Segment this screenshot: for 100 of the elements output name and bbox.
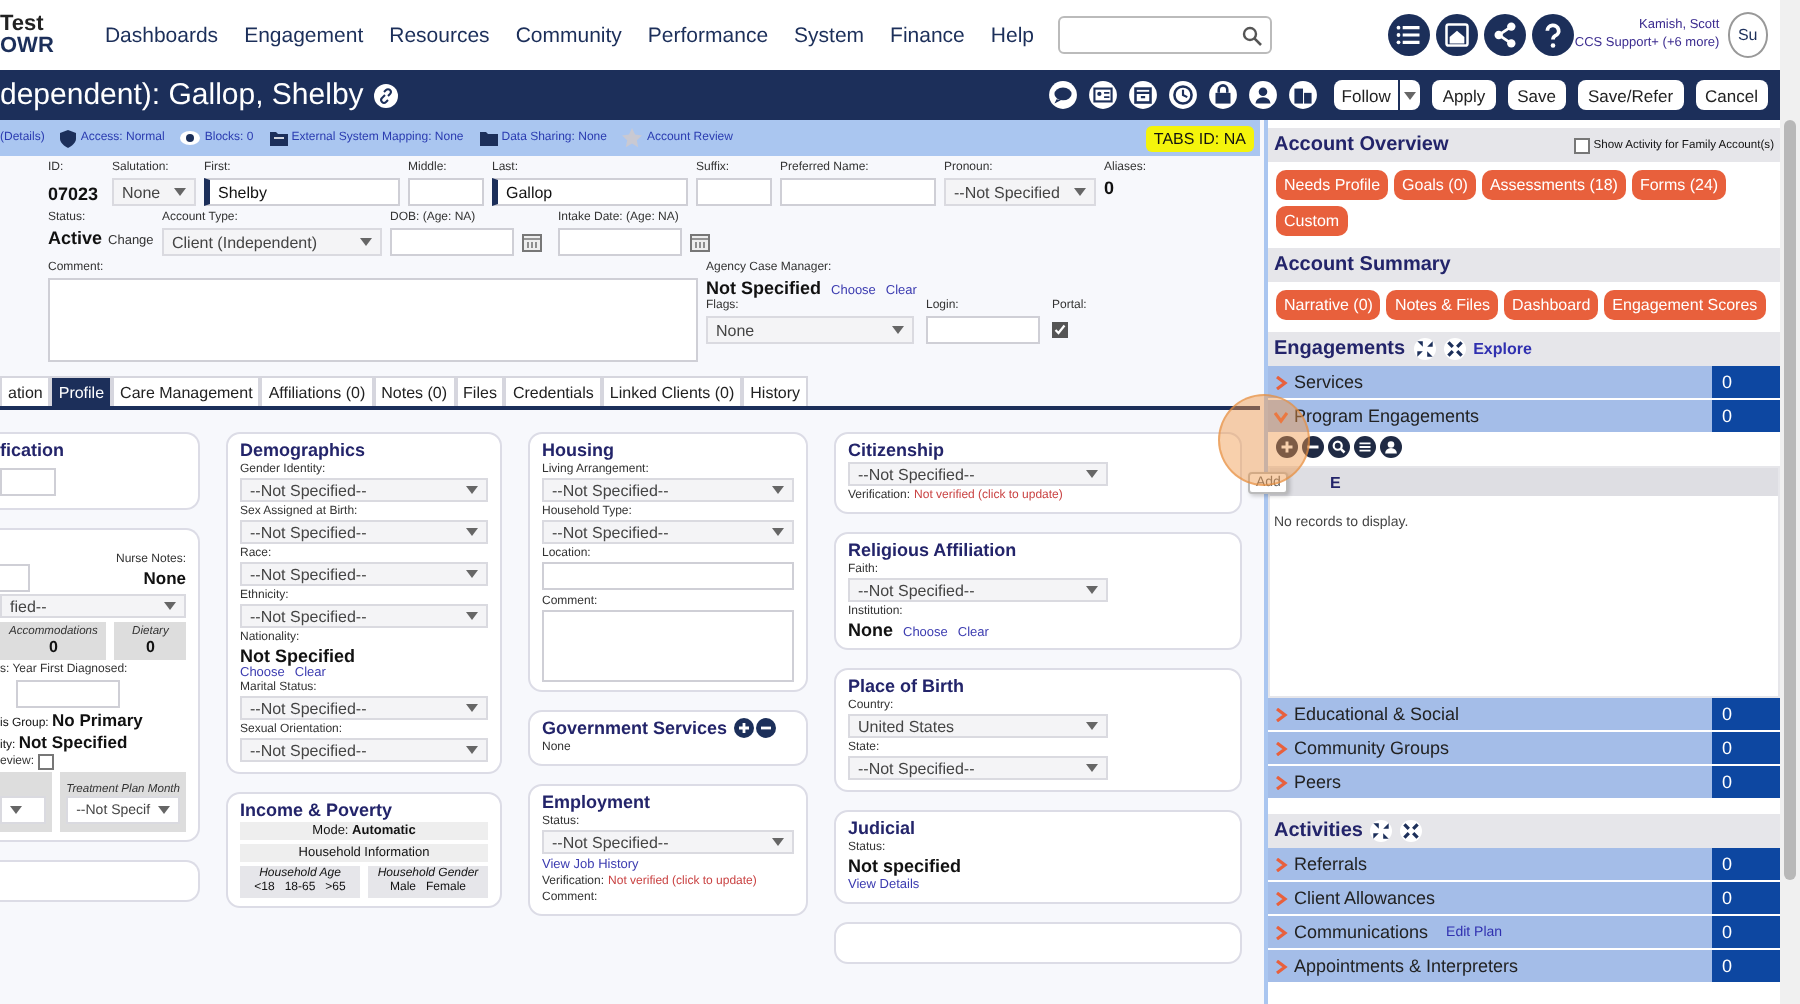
explore-link[interactable]: Explore xyxy=(1473,340,1532,358)
home-icon[interactable] xyxy=(1436,14,1479,56)
archive-icon[interactable] xyxy=(1127,80,1158,110)
input-field[interactable] xyxy=(408,178,484,206)
input-field[interactable] xyxy=(780,178,936,206)
share-icon[interactable] xyxy=(1484,14,1527,56)
help-icon[interactable] xyxy=(1532,14,1575,56)
menu-item[interactable]: Help xyxy=(990,23,1035,47)
tab[interactable]: Care Management xyxy=(112,376,261,406)
input-field[interactable] xyxy=(0,468,56,496)
tab[interactable]: Notes (0) xyxy=(373,376,456,406)
input-field[interactable]: Gallop xyxy=(492,178,688,206)
star-icon xyxy=(622,128,643,148)
caret-icon xyxy=(158,806,170,814)
dropdown[interactable]: Client (Independent) xyxy=(162,228,382,256)
expand-icon[interactable] xyxy=(1370,820,1393,842)
dropdown[interactable]: --Not Specified-- xyxy=(240,738,488,762)
category-row[interactable]: Appointments & Interpreters 0 xyxy=(1268,950,1780,982)
date-field[interactable] xyxy=(390,228,514,256)
tab[interactable]: Affiliations (0) xyxy=(260,376,374,406)
category-row[interactable]: Services 0 xyxy=(1268,366,1780,398)
tab[interactable]: Files xyxy=(455,376,505,406)
collapse-icon[interactable] xyxy=(1443,338,1466,360)
dropdown[interactable]: --Not Specified-- xyxy=(240,604,488,628)
category-row[interactable]: Peers 0 xyxy=(1268,766,1780,798)
person-icon[interactable] xyxy=(1380,436,1402,458)
dropdown[interactable]: --Not Specified-- xyxy=(848,756,1108,780)
menu-item[interactable]: Community xyxy=(515,23,622,47)
collapse-icon[interactable] xyxy=(1400,820,1423,842)
building-icon[interactable] xyxy=(1287,80,1318,110)
action-button[interactable]: Save/Refer xyxy=(1578,80,1684,110)
dropdown[interactable]: --Not Specified-- xyxy=(848,578,1108,602)
dropdown[interactable]: None xyxy=(112,178,196,206)
input-field[interactable]: Shelby xyxy=(204,178,400,206)
dropdown[interactable]: --Not Specified-- xyxy=(542,830,794,854)
tab[interactable]: History xyxy=(742,376,809,406)
id-card-icon[interactable] xyxy=(1087,80,1118,110)
calendar-icon[interactable] xyxy=(690,232,710,252)
dropdown[interactable]: --Not Specified-- xyxy=(542,520,794,544)
menu-item[interactable]: System xyxy=(794,23,865,47)
scrollbar-thumb[interactable] xyxy=(1784,120,1796,880)
logo-text[interactable]: Test xyxy=(0,13,105,35)
category-row[interactable]: Referrals 0 xyxy=(1268,848,1780,880)
action-button[interactable]: Apply xyxy=(1432,80,1496,110)
category-row[interactable]: Community Groups 0 xyxy=(1268,732,1780,764)
input-field[interactable] xyxy=(16,680,120,708)
action-button[interactable]: Cancel xyxy=(1695,80,1768,110)
search-icon[interactable] xyxy=(1328,436,1350,458)
column-header[interactable]: E xyxy=(1330,473,1341,491)
dropdown[interactable]: United States xyxy=(848,714,1108,738)
input-field[interactable] xyxy=(926,316,1040,344)
logo-text[interactable]: OWR xyxy=(0,35,105,57)
dropdown[interactable]: None xyxy=(706,316,914,344)
link-icon[interactable] xyxy=(373,83,398,107)
comment-field[interactable] xyxy=(542,610,794,682)
category-row[interactable]: Educational & Social 0 xyxy=(1268,698,1780,730)
tab[interactable]: Linked Clients (0) xyxy=(601,376,743,406)
lock-icon[interactable] xyxy=(1207,80,1238,110)
menu-item[interactable]: Finance xyxy=(890,23,965,47)
count-badge: 0 xyxy=(1712,400,1780,432)
dropdown[interactable] xyxy=(0,796,47,824)
search-field[interactable] xyxy=(1058,16,1273,54)
menu-item[interactable]: Engagement xyxy=(244,23,364,47)
tab[interactable]: Profile xyxy=(50,376,113,406)
dropdown[interactable]: --Not Specified-- xyxy=(848,462,1108,486)
checkbox[interactable] xyxy=(38,754,55,770)
chat-icon[interactable] xyxy=(1047,80,1078,110)
dropdown[interactable]: --Not Specified-- xyxy=(240,478,488,502)
minus-icon[interactable] xyxy=(755,718,776,738)
menu-item[interactable]: Performance xyxy=(647,23,769,47)
checkbox[interactable] xyxy=(1052,322,1068,338)
clock-icon[interactable] xyxy=(1167,80,1198,110)
checkbox[interactable] xyxy=(1573,137,1590,153)
input-field[interactable] xyxy=(0,564,30,592)
follow-button[interactable]: Follow xyxy=(1333,80,1421,110)
list-icon[interactable] xyxy=(1354,436,1376,458)
dropdown[interactable]: --Not Specified-- xyxy=(240,520,488,544)
category-row[interactable]: Client Allowances 0 xyxy=(1268,882,1780,914)
dropdown[interactable]: --Not Specified-- xyxy=(542,478,794,502)
person-icon[interactable] xyxy=(1247,80,1278,110)
plus-icon[interactable] xyxy=(733,718,754,738)
input-field[interactable] xyxy=(542,562,794,590)
calendar-icon[interactable] xyxy=(522,232,542,252)
dropdown[interactable]: fied-- xyxy=(0,594,186,618)
dropdown[interactable]: --Not Specified xyxy=(944,178,1096,206)
avatar[interactable]: Su xyxy=(1727,12,1769,58)
dropdown[interactable]: --Not Specified-- xyxy=(240,696,488,720)
menu-item[interactable]: Resources xyxy=(389,23,490,47)
action-button[interactable]: Save xyxy=(1507,80,1566,110)
input-field[interactable] xyxy=(696,178,772,206)
menu-icon[interactable] xyxy=(1388,14,1431,56)
search-icon[interactable] xyxy=(1242,25,1263,45)
minus-icon[interactable] xyxy=(1302,436,1324,458)
dropdown[interactable]: --Not Specified-- xyxy=(240,562,488,586)
tab[interactable]: ation xyxy=(0,376,51,406)
comment-field[interactable] xyxy=(48,278,698,362)
expand-icon[interactable] xyxy=(1413,338,1436,360)
menu-item[interactable]: Dashboards xyxy=(104,23,219,47)
tab[interactable]: Credentials xyxy=(504,376,602,406)
date-field[interactable] xyxy=(558,228,682,256)
